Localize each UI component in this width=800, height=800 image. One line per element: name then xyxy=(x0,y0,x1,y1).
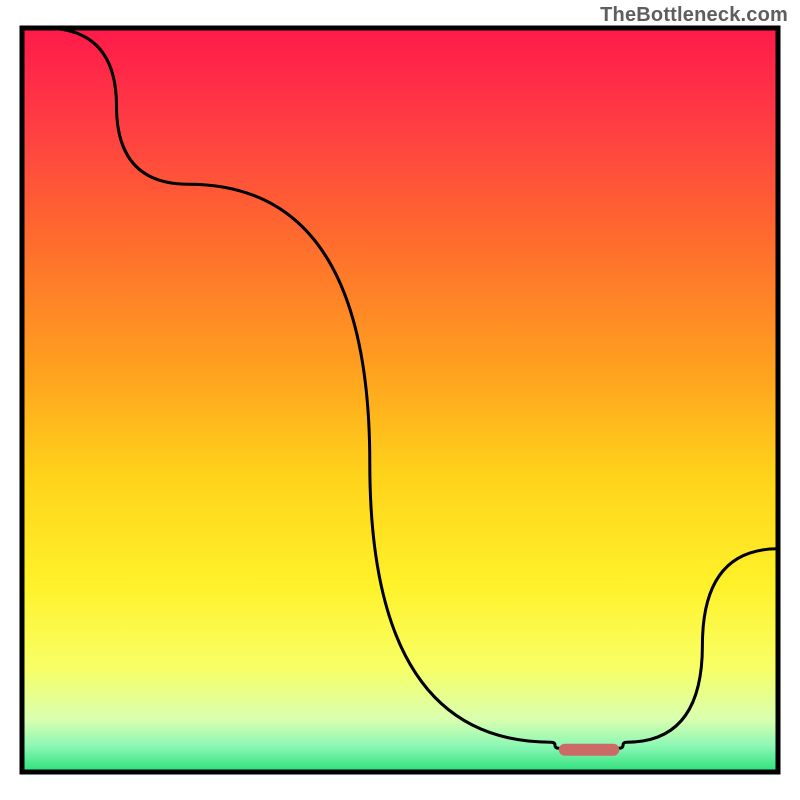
plot-background xyxy=(22,28,778,772)
chart-container: { "watermark": "TheBottleneck.com", "cha… xyxy=(0,0,800,800)
optimal-range-marker xyxy=(559,744,620,756)
chart-svg xyxy=(0,0,800,800)
watermark-text: TheBottleneck.com xyxy=(600,4,788,27)
